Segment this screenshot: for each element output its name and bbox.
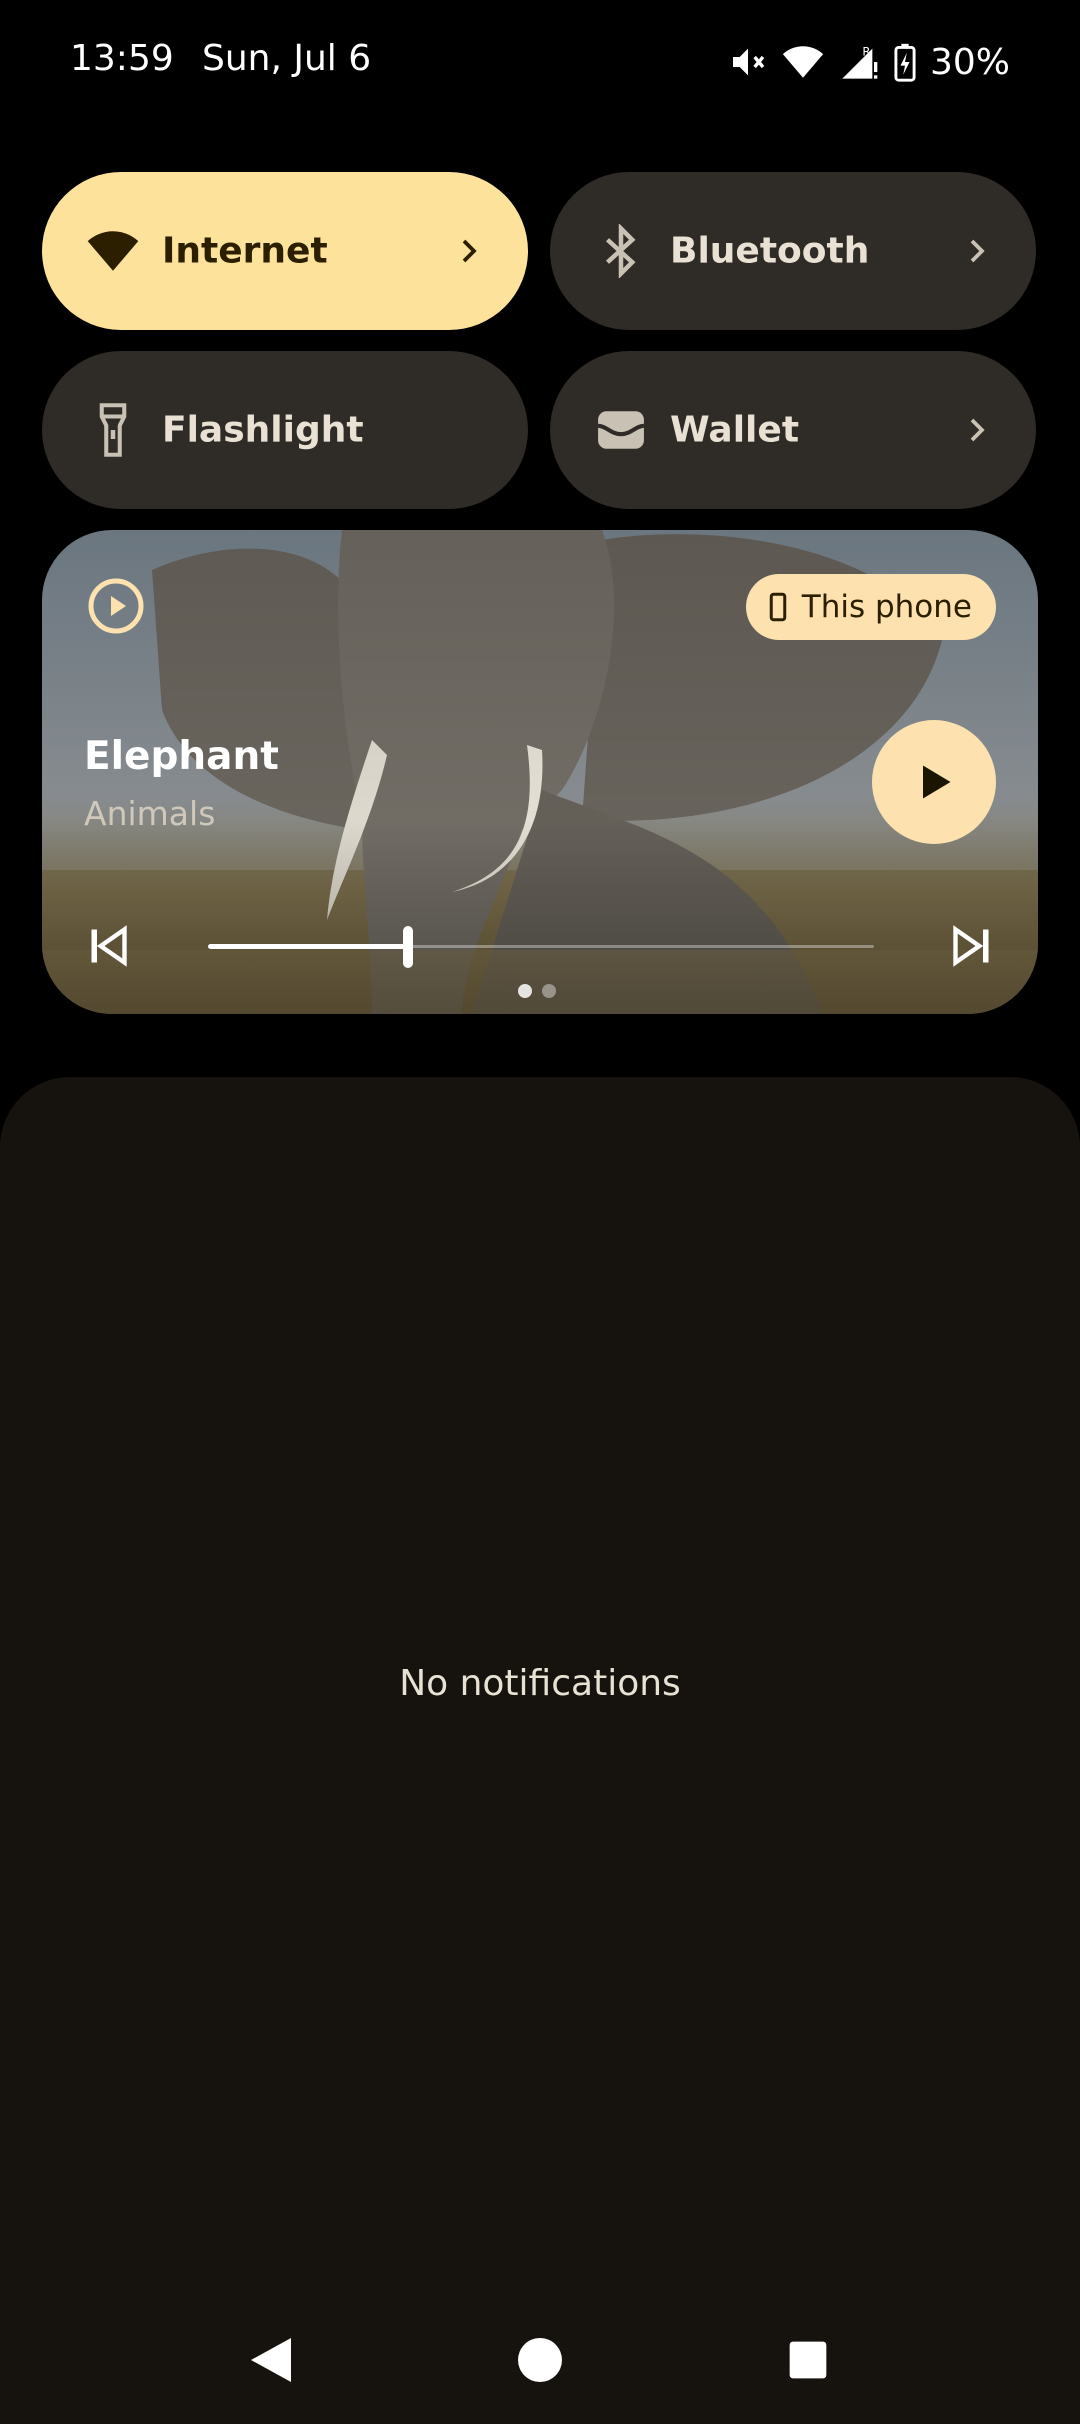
no-notifications-text: No notifications xyxy=(399,1663,681,1704)
phone-icon xyxy=(769,592,787,622)
play-button[interactable] xyxy=(872,720,996,844)
svg-text:R: R xyxy=(862,44,870,58)
tile-label: Wallet xyxy=(670,409,800,451)
seekbar-thumb[interactable] xyxy=(402,926,413,968)
mute-icon xyxy=(728,42,768,82)
status-date: Sun, Jul 6 xyxy=(202,38,372,79)
notification-shade: 13:59 Sun, Jul 6 R 30% Internet Bluetoot… xyxy=(0,0,1080,2424)
skip-next-button[interactable] xyxy=(950,924,994,968)
output-device-label: This phone xyxy=(801,589,972,625)
output-device-chip[interactable]: This phone xyxy=(745,574,996,640)
signal-roaming-icon: R xyxy=(838,42,880,82)
chevron-right-icon xyxy=(462,239,477,263)
skip-previous-button[interactable] xyxy=(86,924,130,968)
play-icon xyxy=(923,765,951,799)
status-icons: R 30% xyxy=(728,38,1010,86)
media-app-icon xyxy=(86,576,146,636)
status-bar: 13:59 Sun, Jul 6 R 30% xyxy=(0,0,1080,125)
recents-button[interactable] xyxy=(768,2320,848,2400)
home-icon xyxy=(518,2338,562,2382)
tile-label: Bluetooth xyxy=(670,230,870,272)
media-seekbar[interactable] xyxy=(208,914,874,978)
media-player-card[interactable]: This phone Elephant Animals xyxy=(42,530,1038,1014)
page-dot xyxy=(518,984,532,998)
flashlight-icon xyxy=(84,401,142,459)
tile-internet[interactable]: Internet xyxy=(42,172,528,330)
recents-icon xyxy=(789,2341,827,2379)
chevron-right-icon xyxy=(970,239,985,263)
tile-label: Internet xyxy=(162,230,328,272)
media-artist: Animals xyxy=(84,794,216,833)
tile-flashlight[interactable]: Flashlight xyxy=(42,351,528,509)
battery-charging-icon xyxy=(894,42,916,82)
wallet-icon xyxy=(592,401,650,459)
back-button[interactable] xyxy=(231,2320,311,2400)
tile-wallet[interactable]: Wallet xyxy=(550,351,1036,509)
media-title: Elephant xyxy=(84,734,279,779)
seekbar-progress xyxy=(208,944,408,949)
wifi-icon xyxy=(84,222,142,280)
home-button[interactable] xyxy=(500,2320,580,2400)
battery-percentage: 30% xyxy=(929,41,1010,83)
notifications-panel: No notifications xyxy=(0,1077,1080,2424)
chevron-right-icon xyxy=(970,418,985,442)
tile-label: Flashlight xyxy=(162,409,364,451)
wifi-icon xyxy=(782,44,824,80)
status-time: 13:59 xyxy=(70,38,174,79)
navigation-bar xyxy=(0,2300,1080,2424)
media-page-indicator xyxy=(518,984,556,998)
bluetooth-icon xyxy=(592,222,650,280)
tile-bluetooth[interactable]: Bluetooth xyxy=(550,172,1036,330)
back-icon xyxy=(251,2338,291,2382)
page-dot xyxy=(542,984,556,998)
